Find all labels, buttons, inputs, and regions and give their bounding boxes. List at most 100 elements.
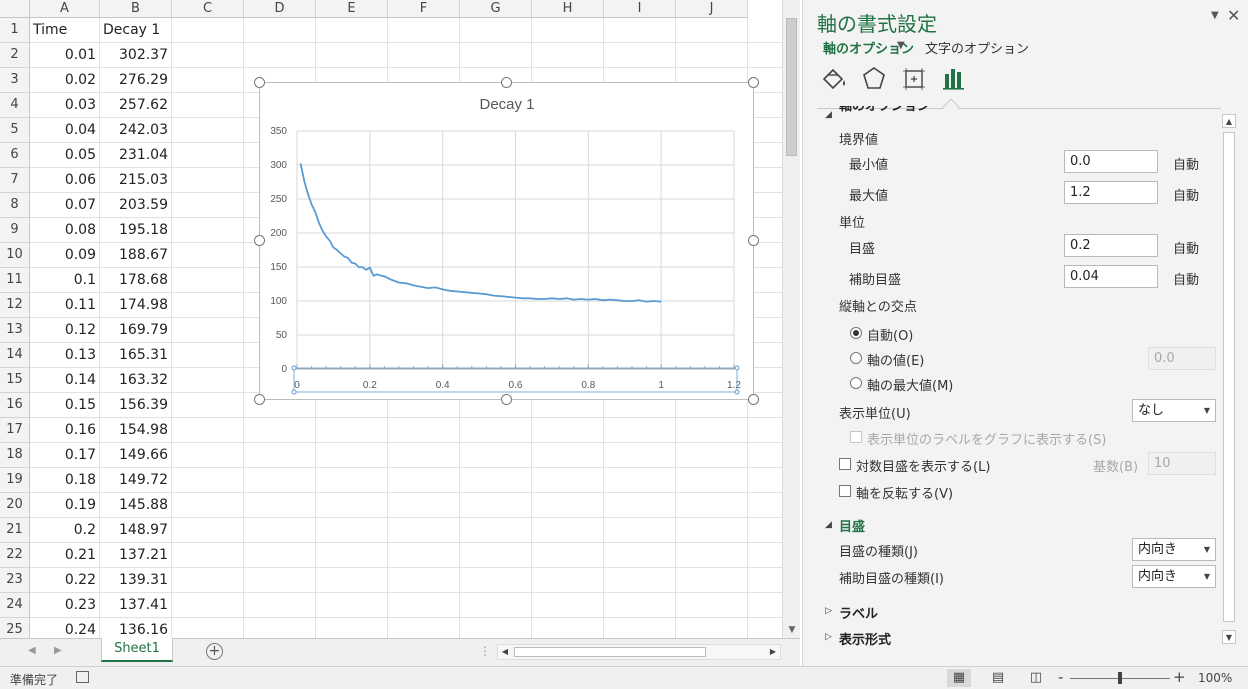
minor-tick-type-select[interactable]: 内向き ▼ bbox=[1132, 565, 1216, 588]
collapse-triangle-icon[interactable]: ◢ bbox=[825, 110, 832, 120]
sheet-vertical-scrollbar[interactable]: ▼ bbox=[782, 0, 800, 638]
cell-time[interactable]: 0.2 bbox=[30, 518, 100, 543]
cell-time[interactable]: 0.06 bbox=[30, 168, 100, 193]
page-break-view-icon[interactable]: ◫ bbox=[1024, 669, 1048, 687]
sheet-tab-sheet1[interactable]: Sheet1 bbox=[101, 638, 173, 662]
zoom-in-button[interactable]: + bbox=[1173, 668, 1186, 686]
column-header[interactable]: A bbox=[30, 0, 100, 18]
column-header[interactable]: D bbox=[244, 0, 316, 18]
scroll-right-arrow-icon[interactable]: ▶ bbox=[766, 645, 780, 659]
cell-decay[interactable]: 257.62 bbox=[100, 93, 172, 118]
row-header[interactable]: 14 bbox=[0, 343, 30, 368]
prev-sheet-icon[interactable]: ◀ bbox=[28, 645, 36, 656]
section-axis-options[interactable]: 軸のオプション bbox=[839, 106, 930, 114]
cell-time[interactable]: 0.14 bbox=[30, 368, 100, 393]
section-number-format[interactable]: 表示形式 bbox=[839, 629, 891, 648]
radio-crosses-value[interactable] bbox=[850, 352, 862, 364]
sheet-hscroll-thumb[interactable] bbox=[514, 647, 706, 657]
radio-crosses-value-label[interactable]: 軸の値(E) bbox=[867, 350, 924, 369]
column-header[interactable]: F bbox=[388, 0, 460, 18]
radio-crosses-auto-label[interactable]: 自動(O) bbox=[867, 325, 913, 344]
row-header[interactable]: 20 bbox=[0, 493, 30, 518]
cell-time[interactable]: 0.17 bbox=[30, 443, 100, 468]
cell-decay[interactable]: 137.21 bbox=[100, 543, 172, 568]
display-units-select[interactable]: なし ▼ bbox=[1132, 399, 1216, 422]
tab-splitter-icon[interactable]: ⋮ bbox=[479, 644, 491, 658]
reverse-axis-checkbox[interactable] bbox=[839, 485, 851, 497]
minor-unit-input[interactable]: 0.04 bbox=[1064, 265, 1158, 288]
section-labels[interactable]: ラベル bbox=[839, 603, 878, 622]
minor-auto-label[interactable]: 自動 bbox=[1173, 269, 1199, 288]
cell-time[interactable]: 0.23 bbox=[30, 593, 100, 618]
cell-decay[interactable]: 178.68 bbox=[100, 268, 172, 293]
cell-time[interactable]: 0.05 bbox=[30, 143, 100, 168]
row-header[interactable]: 22 bbox=[0, 543, 30, 568]
pane-close-icon[interactable]: ✕ bbox=[1227, 6, 1240, 25]
pane-scroll-up-icon[interactable]: ▲ bbox=[1222, 114, 1236, 128]
row-header[interactable]: 17 bbox=[0, 418, 30, 443]
row-header[interactable]: 21 bbox=[0, 518, 30, 543]
major-tick-type-select[interactable]: 内向き ▼ bbox=[1132, 538, 1216, 561]
add-sheet-button[interactable]: + bbox=[206, 643, 223, 660]
cell-time[interactable]: 0.07 bbox=[30, 193, 100, 218]
column-header[interactable]: B bbox=[100, 0, 172, 18]
row-header[interactable]: 15 bbox=[0, 368, 30, 393]
show-units-checkbox[interactable] bbox=[850, 431, 862, 443]
sheet-horizontal-scrollbar[interactable]: ◀ ▶ bbox=[497, 644, 781, 660]
radio-crosses-max[interactable] bbox=[850, 377, 862, 389]
cell-time[interactable]: 0.15 bbox=[30, 393, 100, 418]
column-header[interactable]: J bbox=[676, 0, 748, 18]
cell-time[interactable]: 0.22 bbox=[30, 568, 100, 593]
log-base-input[interactable]: 10 bbox=[1148, 452, 1216, 475]
chart-resize-handle-bl[interactable] bbox=[254, 394, 265, 405]
pane-scroll-down-icon[interactable]: ▼ bbox=[1222, 630, 1236, 644]
zoom-out-button[interactable]: - bbox=[1058, 668, 1063, 686]
cell-time[interactable]: 0.04 bbox=[30, 118, 100, 143]
macro-record-icon[interactable] bbox=[76, 671, 89, 683]
zoom-slider-thumb[interactable] bbox=[1118, 672, 1122, 684]
cell-decay[interactable]: 165.31 bbox=[100, 343, 172, 368]
cell-time[interactable]: 0.18 bbox=[30, 468, 100, 493]
row-header[interactable]: 4 bbox=[0, 93, 30, 118]
row-header[interactable]: 2 bbox=[0, 43, 30, 68]
row-header[interactable]: 7 bbox=[0, 168, 30, 193]
pane-options-dropdown-icon[interactable]: ▼ bbox=[1211, 10, 1219, 21]
cell-decay[interactable]: 174.98 bbox=[100, 293, 172, 318]
cell-decay[interactable]: 149.66 bbox=[100, 443, 172, 468]
chart-resize-handle-top[interactable] bbox=[501, 77, 512, 88]
pane-scroll-thumb[interactable] bbox=[1223, 132, 1235, 622]
row-header[interactable]: 11 bbox=[0, 268, 30, 293]
normal-view-icon[interactable]: ▦ bbox=[947, 669, 971, 687]
radio-crosses-auto[interactable] bbox=[850, 327, 862, 339]
column-header[interactable]: I bbox=[604, 0, 676, 18]
row-header[interactable]: 16 bbox=[0, 393, 30, 418]
axis-options-icon[interactable] bbox=[939, 64, 969, 94]
row-header[interactable]: 10 bbox=[0, 243, 30, 268]
min-bound-input[interactable]: 0.0 bbox=[1064, 150, 1158, 173]
crosses-value-input[interactable]: 0.0 bbox=[1148, 347, 1216, 370]
column-header[interactable]: C bbox=[172, 0, 244, 18]
chart-resize-handle-tl[interactable] bbox=[254, 77, 265, 88]
chart-resize-handle-tr[interactable] bbox=[748, 77, 759, 88]
section-ticks[interactable]: 目盛 bbox=[839, 516, 865, 535]
cell-decay[interactable]: 242.03 bbox=[100, 118, 172, 143]
radio-crosses-max-label[interactable]: 軸の最大値(M) bbox=[867, 375, 953, 394]
cell-time[interactable]: 0.08 bbox=[30, 218, 100, 243]
row-header[interactable]: 13 bbox=[0, 318, 30, 343]
decay-chart[interactable]: Decay 1 0 50 100 150 200 250 300 350 0 0.2 0.4 0.6 0.… bbox=[259, 82, 754, 400]
cell-decay[interactable]: 149.72 bbox=[100, 468, 172, 493]
cell-time[interactable]: 0.02 bbox=[30, 68, 100, 93]
cell-decay[interactable]: 145.88 bbox=[100, 493, 172, 518]
collapse-triangle-icon[interactable]: ◢ bbox=[825, 520, 832, 530]
cell-time[interactable]: 0.03 bbox=[30, 93, 100, 118]
cell-time[interactable]: 0.1 bbox=[30, 268, 100, 293]
cell-time[interactable]: 0.16 bbox=[30, 418, 100, 443]
row-header[interactable]: 25 bbox=[0, 618, 30, 638]
cell-decay[interactable]: 188.67 bbox=[100, 243, 172, 268]
cell-decay[interactable]: 231.04 bbox=[100, 143, 172, 168]
max-bound-input[interactable]: 1.2 bbox=[1064, 181, 1158, 204]
cell-time[interactable]: 0.19 bbox=[30, 493, 100, 518]
effects-icon[interactable] bbox=[859, 64, 889, 94]
row-header[interactable]: 18 bbox=[0, 443, 30, 468]
tab-axis-caret-icon[interactable]: ▼ bbox=[897, 40, 905, 51]
